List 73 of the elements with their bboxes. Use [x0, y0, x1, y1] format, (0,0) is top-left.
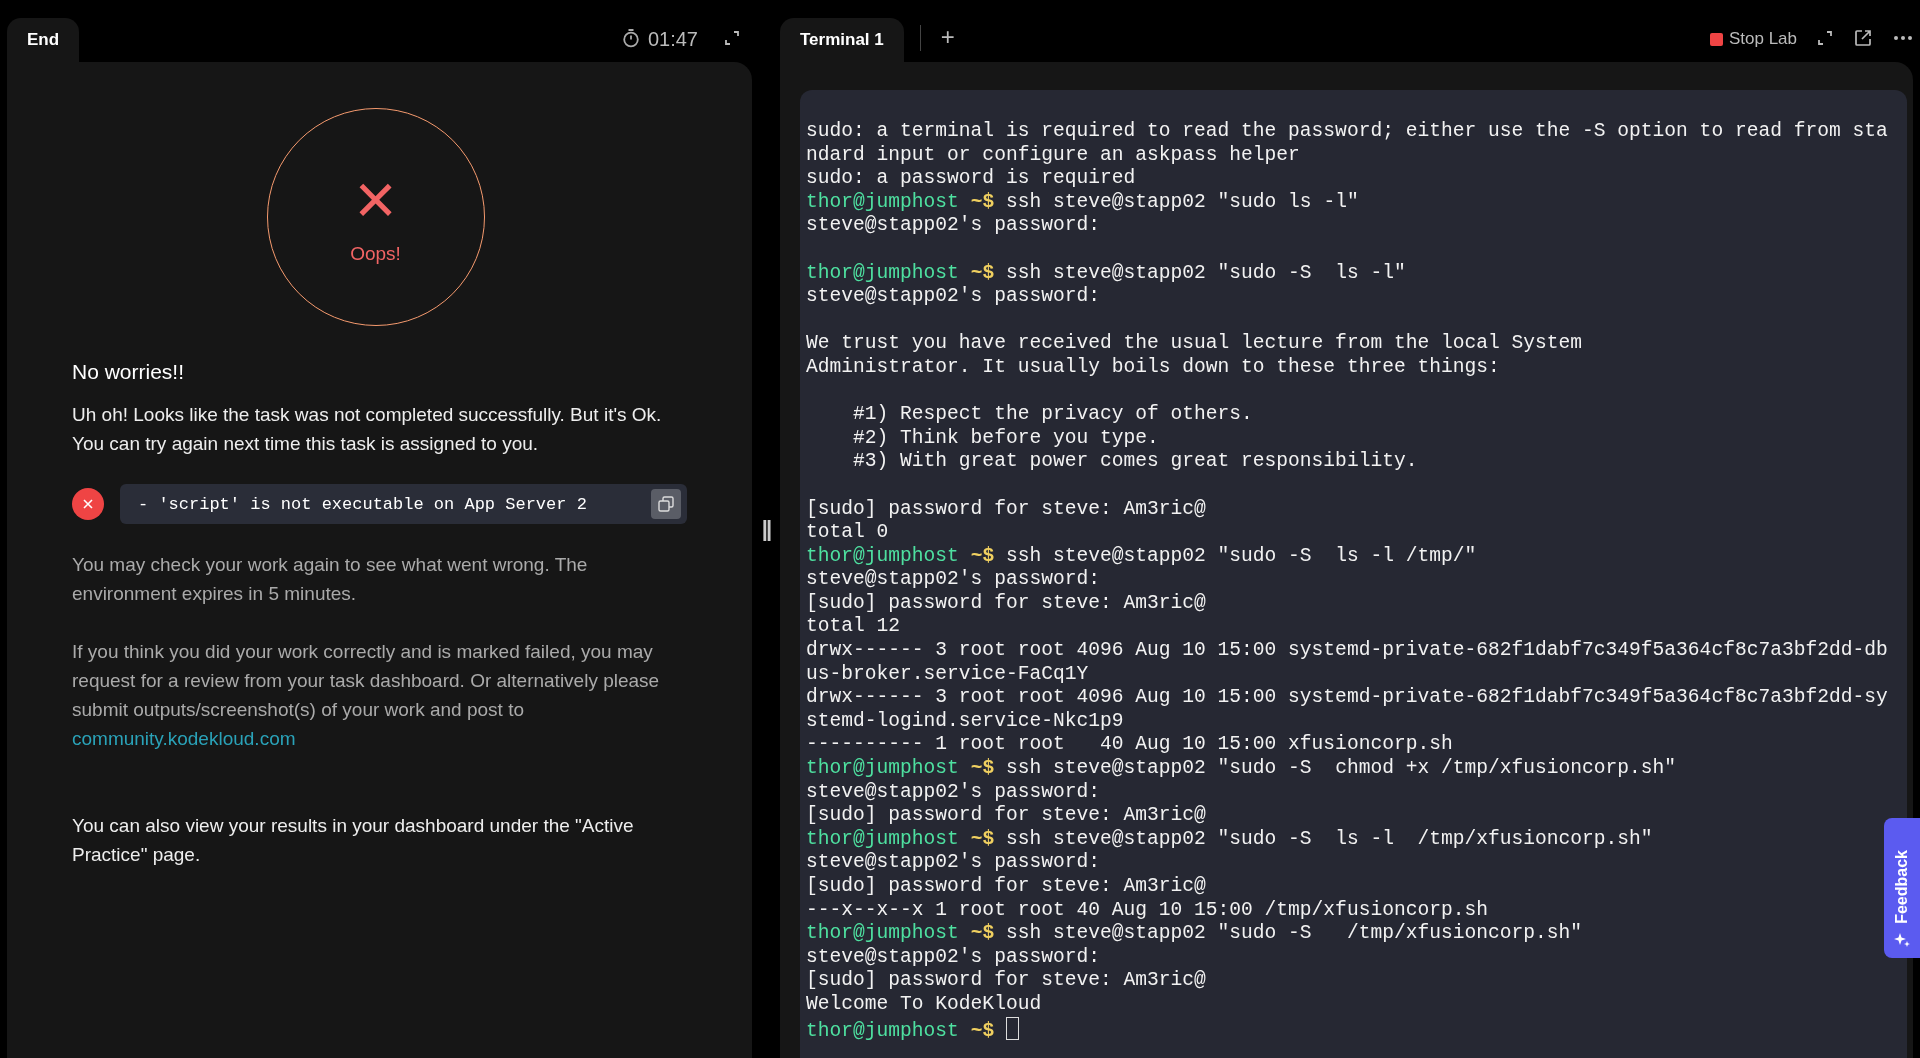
prompt-symbol: ~$	[970, 922, 995, 945]
command-text: ssh steve@stapp02 "sudo -S chmod +x /tmp/xfusioncorp.sh"	[1005, 757, 1677, 780]
prompt-text: thor@jumphost	[806, 261, 959, 284]
prompt-text: thor@jumphost	[806, 827, 959, 850]
check-text: - 'script' is not executable on App Server 2	[138, 494, 588, 514]
output-text: total 0	[806, 521, 889, 544]
output-text: sudo: a password is required	[806, 167, 1136, 190]
output-text: steve@stapp02's password:	[806, 568, 1100, 591]
output-text: steve@stapp02's password:	[806, 285, 1100, 308]
external-link-icon[interactable]	[1853, 28, 1873, 48]
prompt-symbol: ~$	[970, 544, 995, 567]
output-text: drwx------ 3 root root 4096 Aug 10 15:00 systemd-private-682f1dabf7c349f5a364cf8c7a3bf2dd-sy	[806, 686, 1888, 709]
result-heading: No worries!!	[72, 360, 186, 384]
command-text: ssh steve@stapp02 "sudo -S ls -l"	[1005, 261, 1406, 284]
info-paragraph: If you think you did your work correctly and is marked failed, you may request for a review from your task dashboard. Or alternatively please submit outputs/screenshot(s) of your work and post to	[72, 640, 661, 722]
prompt-symbol: ~$	[970, 757, 995, 780]
output-text: sudo: a terminal is required to read the password; either use the -S option to read from sta	[806, 120, 1888, 142]
output-text: steve@stapp02's password:	[806, 214, 1100, 237]
command-text: ssh steve@stapp02 "sudo ls -l"	[1005, 190, 1359, 213]
more-icon[interactable]	[1893, 35, 1913, 41]
sparkle-icon	[1894, 932, 1910, 948]
copy-button[interactable]	[651, 489, 681, 519]
prompt-text: thor@jumphost	[806, 922, 959, 945]
community-link[interactable]: community.kodekloud.com	[72, 728, 296, 749]
info-paragraph: You may check your work again to see what went wrong. The environment expires in 5 minutes.	[72, 553, 589, 606]
output-text: steve@stapp02's password:	[806, 945, 1100, 968]
feedback-tab[interactable]: Feedback	[1884, 818, 1920, 958]
command-text: ssh steve@stapp02 "sudo -S /tmp/xfusioncorp.sh"	[1005, 922, 1583, 945]
output-text: [sudo] password for steve: Am3ric@	[806, 497, 1206, 520]
output-text: #3) With great power comes great responsibility.	[852, 450, 1418, 473]
expand-icon[interactable]	[1817, 30, 1833, 46]
output-text: [sudo] password for steve: Am3ric@	[806, 804, 1206, 827]
prompt-text: thor@jumphost	[806, 190, 959, 213]
command-text: ssh steve@stapp02 "sudo -S ls -l /tmp/"	[1005, 544, 1477, 567]
output-text: We trust you have received the usual lecture from the local System	[806, 332, 1583, 355]
prompt-text: thor@jumphost	[806, 1019, 959, 1042]
prompt-symbol: ~$	[970, 1019, 995, 1042]
splitter-handle[interactable]: ||	[761, 516, 771, 542]
output-text: steve@stapp02's password:	[806, 851, 1100, 874]
prompt-symbol: ~$	[970, 190, 995, 213]
add-tab-button[interactable]: +	[936, 23, 959, 51]
output-text: stemd-logind.service-Nkc1p9	[806, 709, 1124, 732]
prompt-symbol: ~$	[970, 261, 995, 284]
output-text: Administrator. It usually boils down to these three things:	[806, 355, 1500, 378]
stopwatch-icon	[621, 28, 640, 48]
command-text: ssh steve@stapp02 "sudo -S ls -l /tmp/xfusioncorp.sh"	[1005, 827, 1653, 850]
output-text: #2) Think before you type.	[852, 426, 1159, 449]
output-text: ndard input or configure an askpass helper	[806, 143, 1300, 166]
expand-icon[interactable]	[724, 30, 740, 46]
terminal-tab[interactable]: Terminal 1	[780, 18, 904, 62]
output-text: [sudo] password for steve: Am3ric@	[806, 591, 1206, 614]
pane-tab[interactable]: End	[7, 18, 80, 62]
output-text: steve@stapp02's password:	[806, 780, 1100, 803]
footer-note: You can also view your results in your dashboard under the "Active Practice" page.	[72, 814, 635, 867]
output-text: total 12	[806, 615, 901, 638]
timer-text: 01:47	[647, 27, 698, 51]
copy-icon	[657, 495, 675, 513]
prompt-text: thor@jumphost	[806, 544, 959, 567]
output-text: [sudo] password for steve: Am3ric@	[806, 969, 1206, 992]
output-text: ---x--x--x 1 root root 40 Aug 10 15:00 /tmp/xfusioncorp.sh	[806, 898, 1488, 921]
output-text: Welcome To KodeKloud	[806, 992, 1042, 1015]
output-text: us-broker.service-FaCq1Y	[806, 662, 1089, 685]
stop-lab-button[interactable]: Stop Lab	[1709, 29, 1797, 49]
cross-icon-text: ×	[354, 169, 397, 229]
output-text: #1) Respect the privacy of others.	[852, 403, 1253, 426]
result-label: Oops!	[350, 243, 401, 265]
result-message: Uh oh! Looks like the task was not completed successfully. But it's Ok. You can try again next time this task is assigned to you.	[72, 403, 663, 456]
terminal[interactable]	[800, 90, 1907, 1058]
prompt-symbol: ~$	[970, 827, 995, 850]
output-text: drwx------ 3 root root 4096 Aug 10 15:00 systemd-private-682f1dabf7c349f5a364cf8c7a3bf2dd-db	[806, 639, 1888, 662]
output-text: [sudo] password for steve: Am3ric@	[806, 875, 1206, 897]
output-text: ---------- 1 root root 40 Aug 10 15:00 xfusioncorp.sh	[806, 733, 1453, 756]
prompt-text: thor@jumphost	[806, 757, 959, 780]
